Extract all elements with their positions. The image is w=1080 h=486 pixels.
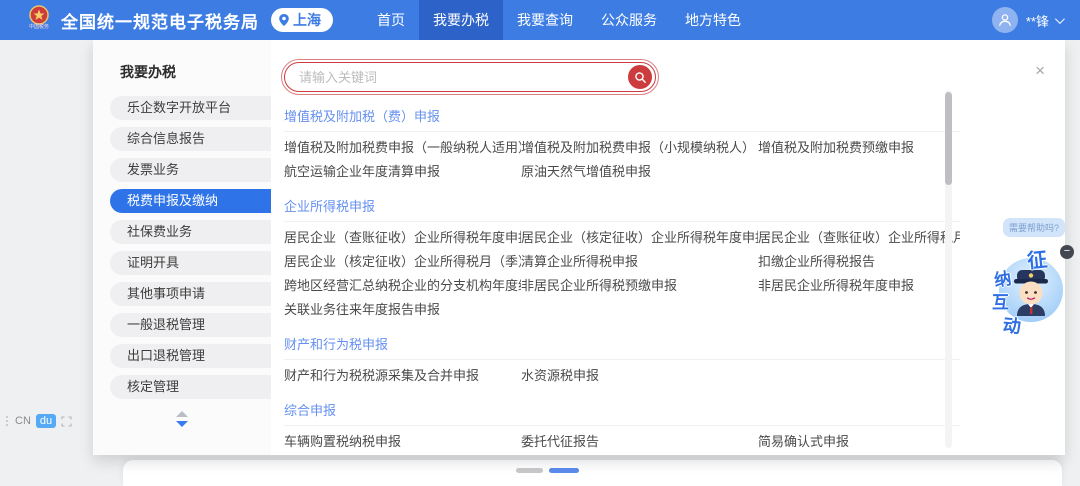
sidebar-item[interactable]: 其他事项申请 — [110, 282, 271, 306]
sidebar-item[interactable]: 综合信息报告 — [110, 127, 271, 151]
sidebar-item[interactable]: 税费申报及缴纳 — [110, 189, 271, 213]
scroll-down-arrow[interactable] — [176, 421, 188, 427]
sidebar-item[interactable]: 社保费业务 — [110, 220, 271, 244]
user-name[interactable]: **锋 — [1026, 11, 1049, 30]
service-link[interactable]: 委托代征报告 — [521, 430, 758, 450]
ime-indicator: CN du — [6, 414, 72, 428]
location-label: 上海 — [293, 10, 321, 30]
ime-badge[interactable]: du — [36, 414, 56, 428]
mascot-char: 互 — [992, 288, 1009, 313]
sidebar-header: 我要办税 — [120, 62, 271, 82]
sidebar-item[interactable]: 发票业务 — [110, 158, 271, 182]
service-link[interactable]: 增值税及附加税费申报（一般纳税人适用） — [284, 136, 521, 160]
service-link[interactable]: 车辆购置税纳税申报 — [284, 430, 521, 450]
close-icon[interactable]: × — [1035, 62, 1045, 79]
scrollbar-thumb[interactable] — [945, 92, 952, 185]
ime-fullscreen-icon[interactable] — [61, 416, 72, 427]
service-link[interactable]: 财产和行为税税源采集及合并申报 — [284, 364, 521, 388]
nav-item[interactable]: 我要查询 — [503, 0, 587, 40]
mascot-char: 纳 — [992, 264, 1012, 291]
sidebar-item[interactable]: 证明开具 — [110, 251, 271, 275]
service-section: 财产和行为税申报财产和行为税税源采集及合并申报水资源税申报 — [284, 324, 960, 390]
search-icon — [634, 71, 647, 84]
ime-drag-handle[interactable] — [6, 416, 8, 426]
section-title: 企业所得税申报 — [284, 186, 960, 222]
mascot-char: 征 — [1026, 243, 1049, 274]
search-button[interactable] — [628, 65, 652, 89]
scroll-up-arrow[interactable] — [176, 411, 188, 417]
services-list: 增值税及附加税（费）申报增值税及附加税费申报（一般纳税人适用）增值税及附加税费申… — [284, 96, 960, 450]
user-icon — [997, 12, 1013, 28]
sidebar-list: 乐企数字开放平台综合信息报告发票业务税费申报及缴纳社保费业务证明开具其他事项申请… — [93, 96, 271, 399]
pagination-dot[interactable] — [549, 468, 579, 473]
service-link[interactable]: 清算企业所得税申报 — [521, 250, 758, 274]
assistant-tooltip: 需要帮助吗? — [1003, 218, 1065, 237]
nav-item[interactable]: 我要办税 — [419, 0, 503, 40]
avatar[interactable] — [992, 7, 1018, 33]
service-link[interactable]: 居民企业（查账征收）企业所得税月（季）度... — [758, 226, 960, 250]
mascot-char: 动 — [1002, 311, 1022, 338]
pagination-dot[interactable] — [516, 468, 543, 473]
ime-language-label[interactable]: CN — [15, 415, 31, 427]
service-link[interactable]: 非居民企业所得税预缴申报 — [521, 274, 758, 298]
carousel-pagination — [516, 468, 579, 473]
sidebar-item[interactable]: 一般退税管理 — [110, 313, 271, 337]
nav-item[interactable]: 公众服务 — [587, 0, 671, 40]
service-link[interactable]: 非居民企业所得税年度申报 — [758, 274, 960, 298]
assistant-widget: 需要帮助吗? − 征纳互动 — [991, 218, 1077, 336]
tax-menu-panel: 我要办税 乐企数字开放平台综合信息报告发票业务税费申报及缴纳社保费业务证明开具其… — [93, 40, 1065, 455]
background-page-card — [123, 460, 1062, 486]
scrollbar-track — [945, 90, 952, 448]
search-box — [284, 62, 656, 92]
chevron-down-icon — [1055, 14, 1065, 24]
service-link[interactable]: 航空运输企业年度清算申报 — [284, 160, 521, 184]
search-input[interactable] — [285, 70, 628, 85]
services-main: × 增值税及附加税（费）申报增值税及附加税费申报（一般纳税人适用）增值税及附加税… — [271, 40, 1065, 455]
sidebar-item[interactable]: 出口退税管理 — [110, 344, 271, 368]
service-link[interactable]: 原油天然气增值税申报 — [521, 160, 758, 184]
top-bar: 中国税务 全国统一规范电子税务局 上海 首页我要办税我要查询公众服务地方特色 *… — [0, 0, 1080, 40]
service-link[interactable]: 居民企业（核定征收）企业所得税月（季）度... — [284, 250, 521, 274]
national-emblem-icon — [29, 5, 49, 25]
section-title: 财产和行为税申报 — [284, 324, 960, 360]
nav-item[interactable]: 首页 — [363, 0, 419, 40]
service-section: 综合申报车辆购置税纳税申报委托代征报告简易确认式申报综合关联式申报对外支付综合办… — [284, 390, 960, 450]
service-link[interactable]: 水资源税申报 — [521, 364, 758, 388]
section-title: 综合申报 — [284, 390, 960, 426]
location-pin-icon — [278, 13, 290, 27]
service-link[interactable]: 简易确认式申报 — [758, 430, 960, 450]
service-link[interactable]: 关联业务往来年度报告申报 — [284, 298, 521, 322]
sidebar-pager — [176, 411, 188, 427]
logo-caption: 中国税务 — [29, 25, 49, 30]
minimize-button[interactable]: − — [1060, 245, 1074, 259]
service-link[interactable]: 居民企业（查账征收）企业所得税年度申报 — [284, 226, 521, 250]
service-link[interactable]: 增值税及附加税费预缴申报 — [758, 136, 960, 160]
sidebar-item[interactable]: 乐企数字开放平台 — [110, 96, 271, 120]
tax-bureau-logo: 中国税务 — [26, 5, 52, 35]
category-sidebar: 我要办税 乐企数字开放平台综合信息报告发票业务税费申报及缴纳社保费业务证明开具其… — [93, 40, 271, 455]
location-selector[interactable]: 上海 — [271, 8, 333, 32]
site-title: 全国统一规范电子税务局 — [61, 8, 259, 33]
search-row — [271, 40, 1065, 92]
sidebar-item[interactable]: 核定管理 — [110, 375, 271, 399]
section-title: 增值税及附加税（费）申报 — [284, 96, 960, 132]
service-link[interactable]: 跨地区经营汇总纳税企业的分支机构年度纳税... — [284, 274, 521, 298]
service-link[interactable]: 扣缴企业所得税报告 — [758, 250, 960, 274]
service-link[interactable]: 居民企业（核定征收）企业所得税年度申报 — [521, 226, 758, 250]
nav-item[interactable]: 地方特色 — [671, 0, 755, 40]
service-section: 增值税及附加税（费）申报增值税及附加税费申报（一般纳税人适用）增值税及附加税费申… — [284, 96, 960, 186]
main-nav: 首页我要办税我要查询公众服务地方特色 — [363, 0, 755, 40]
user-area: **锋 — [992, 7, 1080, 33]
service-link[interactable]: 增值税及附加税费申报（小规模纳税人） — [521, 136, 758, 160]
service-section: 企业所得税申报居民企业（查账征收）企业所得税年度申报居民企业（核定征收）企业所得… — [284, 186, 960, 324]
